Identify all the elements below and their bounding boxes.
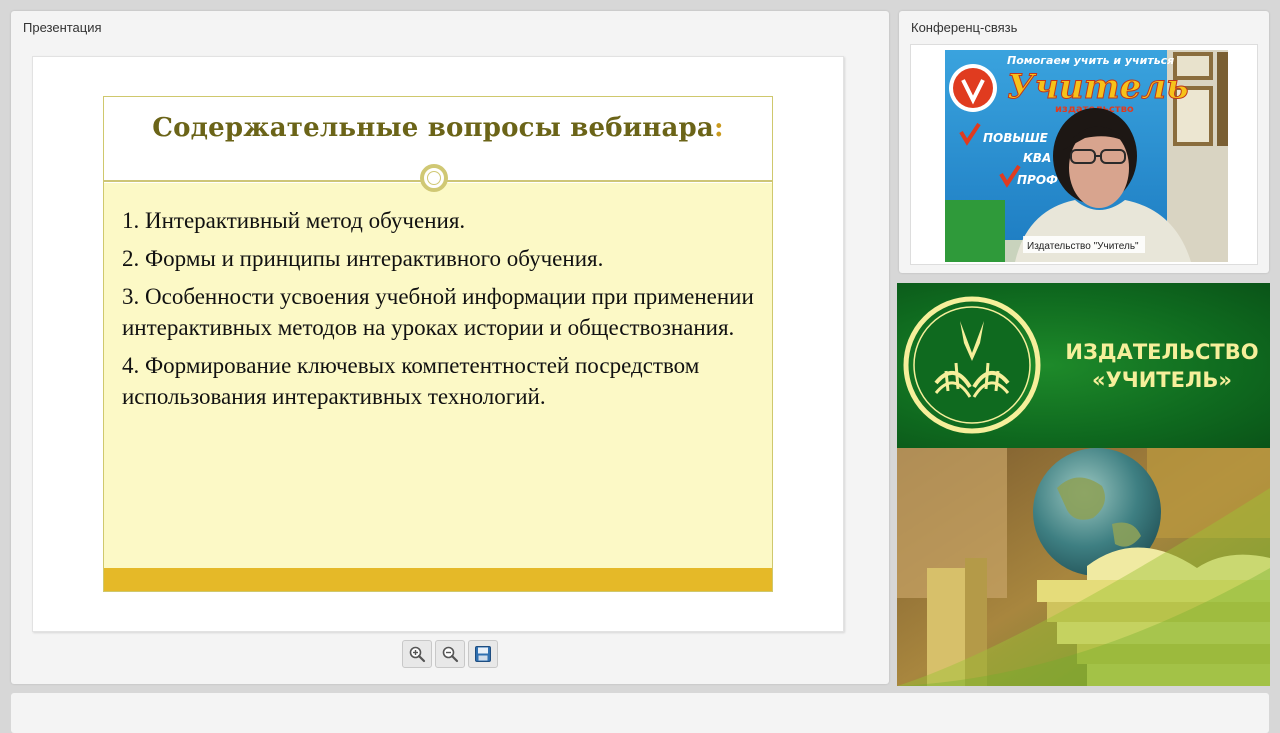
slide-viewer: Содержательные вопросы вебинара: 1. Инте… xyxy=(32,56,844,632)
ad-title-line-1: ИЗДАТЕЛЬСТВО xyxy=(1065,340,1259,364)
presentation-toolbar xyxy=(402,640,498,670)
slide-list-item: 2. Формы и принципы интерактивного обуче… xyxy=(122,246,604,271)
banner-check-1: ПОВЫШЕ xyxy=(983,131,1049,145)
slide-list-item: 3. Особенности усвоения учебной информац… xyxy=(122,284,754,340)
webcam-feed: Помогаем учить и учиться Учитель издател… xyxy=(945,50,1228,262)
bottom-panel xyxy=(11,693,1269,733)
zoom-out-button[interactable] xyxy=(435,640,465,668)
ad-books-image xyxy=(897,448,1270,686)
slide-list-item: 4. Формирование ключевых компетентностей… xyxy=(122,353,700,409)
zoom-in-button[interactable] xyxy=(402,640,432,668)
floppy-disk-icon xyxy=(475,646,491,662)
zoom-out-icon xyxy=(442,646,459,663)
webcam-image: Помогаем учить и учиться Учитель издател… xyxy=(945,50,1228,262)
speaker-name-label: Издательство "Учитель" xyxy=(1027,241,1139,252)
slide-ring-ornament xyxy=(420,164,448,192)
publisher-ad-banner[interactable]: ИЗДАТЕЛЬСТВО «УЧИТЕЛЬ» xyxy=(897,283,1270,686)
slide-title: Содержательные вопросы вебинара: xyxy=(152,113,724,143)
zoom-in-icon xyxy=(409,646,426,663)
video-tile[interactable]: Помогаем учить и учиться Учитель издател… xyxy=(910,44,1258,265)
presentation-panel: Презентация Содержательные вопросы вебин… xyxy=(11,11,889,684)
slide-footer-bar xyxy=(104,568,772,591)
books-globe-illustration xyxy=(897,448,1270,686)
slide-list-item: 1. Интерактивный метод обучения. xyxy=(122,208,466,233)
slide: Содержательные вопросы вебинара: 1. Инте… xyxy=(103,96,773,592)
banner-slogan: Помогаем учить и учиться xyxy=(1007,54,1174,67)
ad-title: ИЗДАТЕЛЬСТВО «УЧИТЕЛЬ» xyxy=(1057,338,1267,394)
save-button[interactable] xyxy=(468,640,498,668)
ad-title-line-2: «УЧИТЕЛЬ» xyxy=(1092,368,1232,392)
presentation-panel-title: Презентация xyxy=(23,20,102,35)
conference-panel: Конференц-связь Помогаем учить и учиться… xyxy=(899,11,1269,273)
banner-check-3: ПРОФ xyxy=(1017,173,1058,187)
banner-brand: Учитель xyxy=(1007,67,1189,107)
ad-logo-area: ИЗДАТЕЛЬСТВО «УЧИТЕЛЬ» xyxy=(897,283,1270,448)
slide-list: 1. Интерактивный метод обучения. 2. Форм… xyxy=(122,205,762,419)
conference-panel-title: Конференц-связь xyxy=(911,20,1018,35)
banner-check-2: КВА xyxy=(1023,151,1051,165)
publisher-logo-icon xyxy=(903,296,1041,434)
